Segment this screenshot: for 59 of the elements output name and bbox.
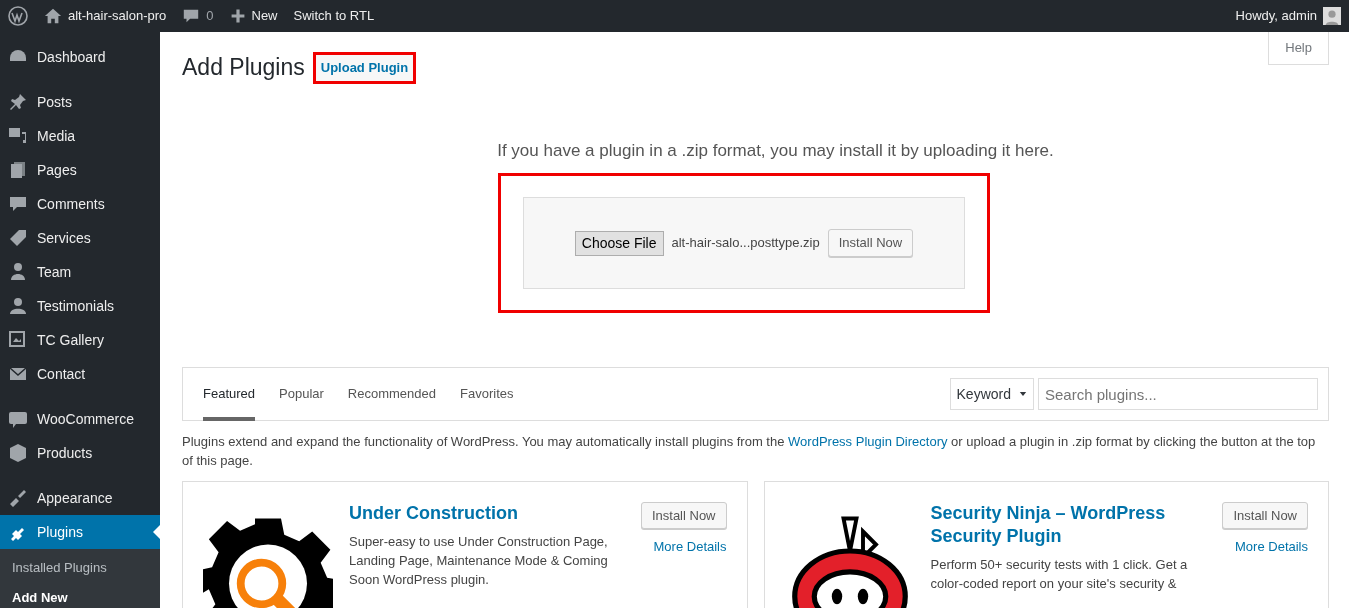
person-icon — [8, 296, 28, 316]
box-icon — [8, 443, 28, 463]
upload-hint: If you have a plugin in a .zip format, you may install it by uploading it here. — [496, 139, 1055, 162]
media-icon — [8, 126, 28, 146]
search-type-dropdown[interactable]: Keyword — [949, 378, 1034, 410]
sidebar-item[interactable]: Comments — [0, 187, 160, 221]
caret-icon — [1019, 390, 1027, 398]
sidebar-item[interactable]: WooCommerce — [0, 402, 160, 436]
sidebar-item[interactable]: Appearance — [0, 481, 160, 515]
store-icon — [8, 409, 28, 429]
new-link[interactable]: New — [251, 6, 278, 26]
sidebar-item[interactable]: Contact — [0, 357, 160, 391]
filter-tab[interactable]: Featured — [203, 367, 256, 421]
sidebar-item[interactable]: Pages — [0, 153, 160, 187]
comment-icon — [8, 194, 28, 214]
choose-file-button[interactable]: Choose File — [574, 230, 664, 256]
avatar-icon — [1323, 7, 1341, 25]
sidebar-item[interactable]: Services — [0, 221, 160, 255]
rtl-link[interactable]: Switch to RTL — [293, 6, 375, 26]
more-details-link[interactable]: More Details — [653, 537, 727, 557]
install-now-button[interactable]: Install Now — [827, 229, 914, 257]
sidebar-item[interactable]: Team — [0, 255, 160, 289]
plugin-description: Perform 50+ security tests with 1 click. Get a color-coded report on your site's security & — [930, 556, 1189, 594]
install-now-button[interactable]: Install Now — [1222, 501, 1308, 530]
site-name-link[interactable]: alt-hair-salon-pro — [68, 6, 167, 26]
sidebar-item[interactable]: Testimonials — [0, 289, 160, 323]
logo-icon — [8, 6, 28, 26]
install-now-button[interactable]: Install Now — [640, 501, 727, 530]
search-field[interactable]: Search plugins... — [1038, 378, 1318, 410]
plugin-description: Super-easy to use Under Construction Page, Landing Page, Maintenance Mode & Coming Soon WordPress plugin. — [349, 533, 609, 589]
tag-icon — [8, 228, 28, 248]
plugin-name-link[interactable]: Security Ninja – WordPress Security Plugin — [930, 501, 1207, 549]
sidebar-item[interactable]: Posts — [0, 85, 160, 119]
submenu-item[interactable]: Add New — [0, 582, 160, 608]
sidebar-item[interactable]: Products — [0, 436, 160, 470]
pin-icon — [8, 92, 28, 112]
file-name: alt-hair-salo...posttype.zip — [671, 234, 820, 253]
filter-tab[interactable]: Favorites — [460, 367, 514, 421]
more-details-link[interactable]: More Details — [1235, 537, 1308, 557]
greeting-link[interactable]: Howdy, admin — [1235, 6, 1317, 26]
person-icon — [8, 262, 28, 282]
sidebar-item[interactable]: Plugins — [0, 515, 160, 549]
plugin-name-link[interactable]: Under Construction — [349, 501, 625, 526]
home-icon — [44, 7, 62, 25]
sidebar-item[interactable]: Dashboard — [0, 40, 160, 74]
sidebar-item[interactable]: Media — [0, 119, 160, 153]
plus-icon — [229, 8, 246, 24]
filter-tab[interactable]: Recommended — [347, 367, 436, 421]
comment-count[interactable]: 0 — [206, 6, 214, 26]
upload-plugin-button[interactable]: Upload Plugin — [315, 55, 414, 81]
pages-icon — [8, 160, 28, 180]
page-title: Add Plugins — [182, 53, 305, 82]
directory-link[interactable]: WordPress Plugin Directory — [788, 434, 948, 449]
help-tab[interactable]: Help — [1268, 32, 1329, 65]
intro-text: Plugins extend and expand the functionality of WordPress. You may automatically install plugins from the WordPress Plugin Directory or upload a plugin in .zip format by clicking the button at the top of this page. — [182, 433, 1317, 470]
filter-tab[interactable]: Popular — [279, 367, 324, 421]
submenu-item[interactable]: Installed Plugins — [0, 553, 160, 583]
sidebar-item[interactable]: TC Gallery — [0, 323, 160, 357]
gallery-icon — [8, 330, 28, 350]
